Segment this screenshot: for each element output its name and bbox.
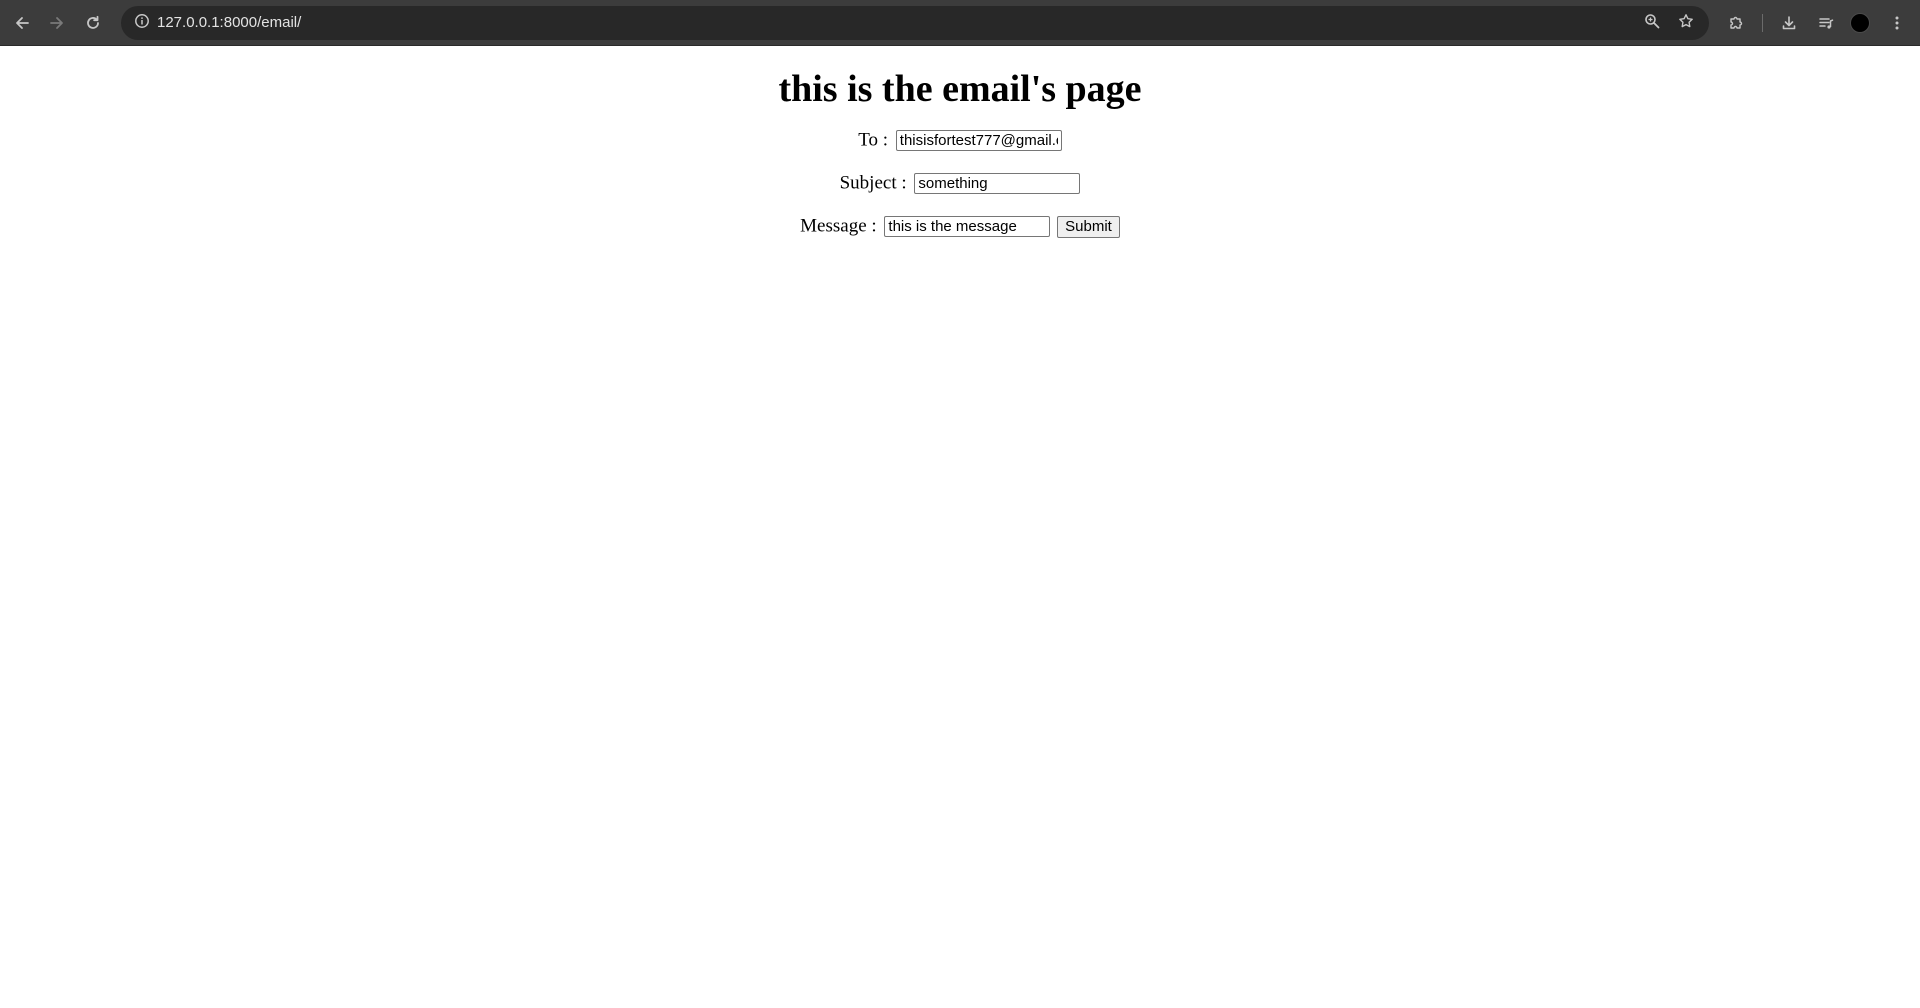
zoom-button[interactable] [1638, 9, 1666, 37]
arrow-left-icon [14, 15, 30, 31]
extensions-button[interactable] [1722, 9, 1750, 37]
subject-input[interactable] [914, 173, 1081, 195]
avatar[interactable] [1850, 13, 1870, 33]
toolbar-separator [1762, 14, 1763, 32]
bookmark-button[interactable] [1672, 9, 1700, 37]
playlist-icon [1818, 15, 1834, 31]
downloads-button[interactable] [1775, 9, 1803, 37]
site-info-button[interactable] [128, 9, 156, 37]
star-icon [1678, 13, 1694, 34]
kebab-menu-icon [1889, 15, 1905, 31]
to-row: To : [0, 127, 1920, 153]
back-button[interactable] [8, 9, 36, 37]
zoom-icon [1644, 13, 1660, 34]
download-icon [1781, 15, 1797, 31]
subject-label: Subject : [839, 172, 907, 194]
message-input[interactable] [884, 216, 1051, 238]
message-label: Message : [800, 215, 877, 237]
url-text[interactable]: 127.0.0.1:8000/email/ [157, 6, 301, 40]
reload-button[interactable] [79, 9, 107, 37]
message-row: Message : Submit [0, 213, 1920, 239]
arrow-right-icon [49, 15, 65, 31]
puzzle-icon [1728, 15, 1744, 31]
to-label: To : [858, 129, 889, 151]
forward-button[interactable] [43, 9, 71, 37]
page-content: this is the email's page To : Subject : … [0, 46, 1920, 1008]
info-icon [134, 13, 150, 34]
page-title: this is the email's page [778, 68, 1142, 110]
subject-row: Subject : [0, 170, 1920, 196]
address-bar[interactable]: 127.0.0.1:8000/email/ [121, 6, 1709, 40]
to-input[interactable] [895, 130, 1062, 152]
email-form: To : Subject : Message : Submit [0, 127, 1920, 239]
browser-toolbar: 127.0.0.1:8000/email/ [0, 0, 1920, 46]
media-control-button[interactable] [1812, 9, 1840, 37]
submit-button[interactable]: Submit [1057, 215, 1120, 238]
reload-icon [85, 15, 101, 31]
browser-menu-button[interactable] [1883, 9, 1911, 37]
